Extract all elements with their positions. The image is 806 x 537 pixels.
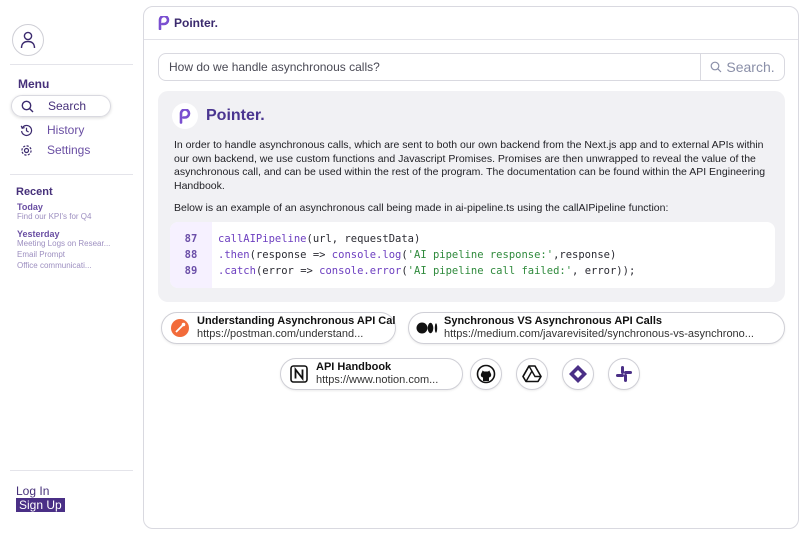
brand-name: Pointer. <box>174 16 219 30</box>
recent-group-yesterday: Yesterday <box>17 229 60 239</box>
postman-icon <box>169 317 191 339</box>
sidebar-divider <box>10 64 133 65</box>
pointer-logo-icon <box>172 103 198 129</box>
recent-item[interactable]: Email Prompt <box>17 250 65 259</box>
recent-item[interactable]: Meeting Logs on Resear... <box>17 239 110 248</box>
code-block: 87 callAIPipeline(url, requestData) 88 .… <box>170 222 775 288</box>
sidebar-item-search[interactable]: Search <box>11 95 111 117</box>
recent-item[interactable]: Find our KPI's for Q4 <box>17 212 91 221</box>
search-icon <box>20 99 34 113</box>
history-icon <box>19 123 33 137</box>
search-icon <box>710 61 722 73</box>
sidebar-item-label: Settings <box>47 143 91 157</box>
source-title: Synchronous VS Asynchronous API Calls <box>444 315 663 327</box>
user-icon <box>20 31 36 49</box>
source-url: https://postman.com/understand... <box>197 328 364 340</box>
integration-jira[interactable] <box>562 358 594 390</box>
integration-github[interactable] <box>470 358 502 390</box>
signup-button[interactable]: Sign Up <box>16 498 65 512</box>
source-link-medium[interactable]: Synchronous VS Asynchronous API Calls ht… <box>408 312 785 344</box>
source-url: https://www.notion.com... <box>316 374 439 386</box>
source-link-postman[interactable]: Understanding Asynchronous API Calls htt… <box>161 312 396 344</box>
line-number: 87 <box>184 233 198 245</box>
github-icon <box>476 364 496 384</box>
answer-card: Pointer. In order to handle asynchronous… <box>158 91 785 302</box>
code-line: 87 callAIPipeline(url, requestData) <box>170 231 421 247</box>
gear-icon <box>19 143 33 157</box>
sidebar-divider <box>10 470 133 471</box>
line-number: 89 <box>184 265 198 277</box>
code-text: .then(response => console.log('AI pipeli… <box>218 249 617 261</box>
search-button-label: Search. <box>726 59 775 75</box>
recent-item[interactable]: Office communicati... <box>17 261 92 270</box>
source-title: API Handbook <box>316 361 392 373</box>
code-line: 88 .then(response => console.log('AI pip… <box>170 247 617 263</box>
medium-icon <box>416 317 438 339</box>
recent-group-today: Today <box>17 202 43 212</box>
search-button[interactable]: Search. <box>700 54 784 80</box>
integration-google-drive[interactable] <box>516 358 548 390</box>
answer-brand: Pointer. <box>172 103 265 129</box>
answer-paragraph: Below is an example of an asynchronous c… <box>174 202 669 214</box>
sidebar-divider <box>10 174 133 175</box>
slack-icon <box>616 366 632 382</box>
search-input[interactable] <box>159 54 700 80</box>
menu-title: Menu <box>18 77 50 91</box>
brand: Pointer. <box>158 16 218 30</box>
sidebar: Menu Search History Settings Recent Toda… <box>0 0 145 537</box>
source-url: https://medium.com/javarevisited/synchro… <box>444 328 754 340</box>
answer-paragraph: In order to handle asynchronous calls, w… <box>174 139 766 192</box>
login-link[interactable]: Log In <box>16 484 49 498</box>
code-line: 89 .catch(error => console.error('AI pip… <box>170 263 636 279</box>
main-panel: Pointer. Search. Pointer. In order to ha… <box>143 6 799 529</box>
sidebar-item-label: History <box>47 123 85 137</box>
sidebar-item-settings[interactable]: Settings <box>11 139 111 161</box>
answer-brand-name: Pointer. <box>206 107 265 124</box>
source-link-notion[interactable]: API Handbook https://www.notion.com... <box>280 358 463 390</box>
sidebar-item-history[interactable]: History <box>11 119 111 141</box>
top-bar: Pointer. <box>144 7 798 40</box>
sidebar-item-label: Search <box>48 99 87 113</box>
integration-slack[interactable] <box>608 358 640 390</box>
line-number: 88 <box>184 249 198 261</box>
jira-icon <box>569 365 587 383</box>
source-title: Understanding Asynchronous API Calls <box>197 315 395 327</box>
recent-title: Recent <box>16 186 53 198</box>
notion-icon <box>288 363 310 385</box>
search-bar: Search. <box>158 53 785 81</box>
user-avatar[interactable] <box>12 24 44 56</box>
pointer-logo-icon <box>158 16 170 30</box>
google-drive-icon <box>522 365 542 383</box>
code-text: callAIPipeline(url, requestData) <box>218 233 421 245</box>
code-text: .catch(error => console.error('AI pipeli… <box>218 265 636 277</box>
